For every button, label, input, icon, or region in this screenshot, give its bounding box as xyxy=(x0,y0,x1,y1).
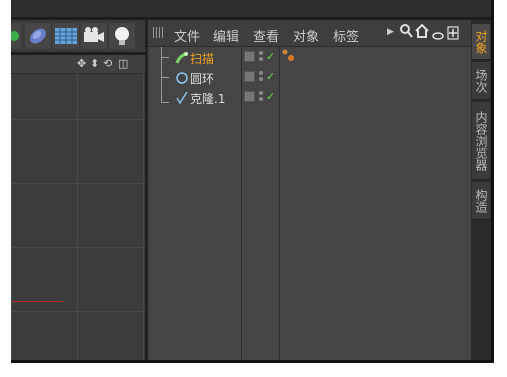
tree-branch xyxy=(161,57,169,58)
top-menubar-clipped xyxy=(11,0,491,18)
enabled-check-icon[interactable]: ✓ xyxy=(266,90,275,103)
light-tool-icon[interactable] xyxy=(109,23,135,49)
object-name[interactable]: 圆环 xyxy=(190,70,214,87)
tree-branch xyxy=(161,102,169,103)
visibility-dots[interactable] xyxy=(259,71,264,83)
tree-branch xyxy=(161,77,169,78)
layer-swatch[interactable] xyxy=(244,71,255,82)
menu-view[interactable]: 查看 xyxy=(253,26,279,45)
rotate-view-icon[interactable]: ⟲ xyxy=(103,57,112,70)
circle-spline-icon xyxy=(175,70,189,89)
home-icon[interactable] xyxy=(415,23,429,43)
menu-object[interactable]: 对象 xyxy=(293,26,319,45)
menu-tags[interactable]: 标签 xyxy=(333,26,359,45)
object-row-circle[interactable]: 圆环 ✓ xyxy=(148,68,471,87)
object-name[interactable]: 克隆.1 xyxy=(190,90,225,107)
3d-viewport[interactable] xyxy=(11,74,145,360)
zoom-view-icon[interactable]: ⬍ xyxy=(90,57,99,70)
floor-tool-icon[interactable] xyxy=(53,23,79,49)
x-axis-line xyxy=(11,301,63,302)
tab-structure[interactable]: 构造 xyxy=(472,182,490,220)
layer-swatch[interactable] xyxy=(244,91,255,102)
more-arrow-icon[interactable]: ▶ xyxy=(387,27,394,37)
visibility-dots[interactable] xyxy=(259,51,264,63)
spline-tool-icon[interactable] xyxy=(11,23,21,49)
main-toolbar xyxy=(11,20,145,52)
object-manager-menubar: 文件 编辑 查看 对象 标签 ▶ xyxy=(148,20,471,47)
tab-objects[interactable]: 对象 xyxy=(472,24,490,60)
cloner-icon xyxy=(175,90,189,109)
object-row-sweep[interactable]: 扫描 ✓ xyxy=(148,48,471,67)
object-name[interactable]: 扫描 xyxy=(190,50,214,67)
app-window: ✥ ⬍ ⟲ ◫ 文件 编辑 查看 对象 标签 ▶ 扫描 ✓ 圆环 ✓ 克隆.1 … xyxy=(11,0,494,363)
move-view-icon[interactable]: ✥ xyxy=(77,57,86,70)
phong-tag-icon[interactable] xyxy=(282,48,296,67)
grip-handle-icon[interactable] xyxy=(153,27,164,38)
side-tab-strip: 对象 场次 内容浏览器 构造 xyxy=(471,20,491,360)
camera-tool-icon[interactable] xyxy=(81,23,107,49)
enabled-check-icon[interactable]: ✓ xyxy=(266,50,275,63)
enabled-check-icon[interactable]: ✓ xyxy=(266,70,275,83)
layer-swatch[interactable] xyxy=(244,51,255,62)
tab-content-browser[interactable]: 内容浏览器 xyxy=(472,102,490,180)
object-row-cloner[interactable]: 克隆.1 ✓ xyxy=(148,88,471,107)
tab-takes[interactable]: 场次 xyxy=(472,62,490,100)
sweep-nurbs-icon xyxy=(175,50,189,69)
menu-edit[interactable]: 编辑 xyxy=(213,26,239,45)
new-panel-icon[interactable] xyxy=(447,25,459,44)
search-icon[interactable] xyxy=(399,23,413,43)
deformer-tool-icon[interactable] xyxy=(25,23,51,49)
object-manager: 文件 编辑 查看 对象 标签 ▶ 扫描 ✓ 圆环 ✓ 克隆.1 ✓ xyxy=(148,20,471,360)
visibility-dots[interactable] xyxy=(259,91,264,103)
viewport-header: ✥ ⬍ ⟲ ◫ xyxy=(11,55,145,74)
maximize-view-icon[interactable]: ◫ xyxy=(118,57,128,70)
object-list: 扫描 ✓ 圆环 ✓ 克隆.1 ✓ xyxy=(148,47,471,360)
menu-file[interactable]: 文件 xyxy=(174,26,200,45)
collapse-icon[interactable] xyxy=(432,26,444,45)
